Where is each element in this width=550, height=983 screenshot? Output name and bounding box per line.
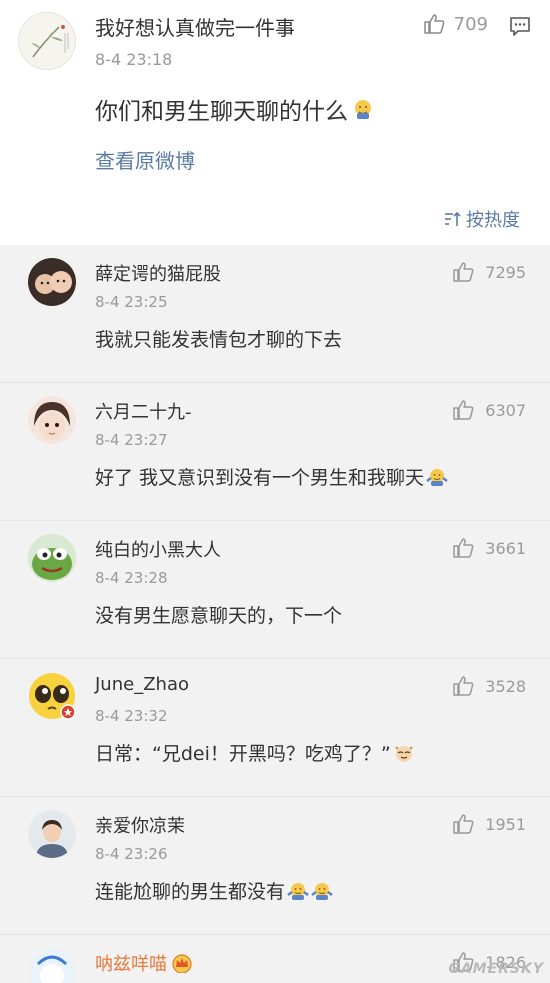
- comment-content: 日常：“兄dei！开黑吗？吃鸡了？”: [95, 739, 415, 766]
- cartoon-avatar-icon: [29, 949, 75, 983]
- thumbs-up-icon: [453, 814, 474, 834]
- crying-emoji-avatar-icon: [29, 673, 76, 720]
- comment-text: 没有男生愿意聊天的，下一个: [95, 605, 343, 627]
- comment-author-name[interactable]: 纯白的小黑大人: [95, 536, 221, 562]
- comment-avatar[interactable]: [28, 534, 76, 582]
- comment-like-button[interactable]: 1951: [451, 812, 526, 836]
- emoji-shrug-icon: [287, 882, 309, 900]
- emoji-sweat-icon: [355, 100, 371, 119]
- comment-timestamp: 8-4 23:28: [95, 569, 168, 587]
- comment-author-name[interactable]: 呐兹咩喵: [95, 950, 193, 976]
- post-author-name[interactable]: 我好想认真做完一件事: [95, 12, 295, 41]
- emoji-shrug-icon: [426, 468, 448, 486]
- comment-like-button[interactable]: 3661: [451, 536, 526, 560]
- comment-item: 薛定谔的猫屁股 8-4 23:25 7295 我就只能发表情包才聊的下去: [0, 245, 550, 383]
- sort-label: 按热度: [466, 210, 520, 231]
- comment-author-name[interactable]: June_Zhao: [95, 674, 189, 695]
- crown-badge-icon: [172, 954, 192, 973]
- comment-author-name[interactable]: 薛定谔的猫屁股: [95, 260, 221, 286]
- thumbs-up-icon: [453, 538, 474, 558]
- comment-like-button[interactable]: 6307: [451, 398, 526, 422]
- comment-content: 连能尬聊的男生都没有: [95, 877, 333, 904]
- comment-text: 日常：“兄dei！开黑吗？吃鸡了？”: [95, 743, 391, 765]
- comment-timestamp: 8-4 23:27: [95, 431, 168, 449]
- comment-like-count: 6307: [485, 400, 526, 420]
- comment-timestamp: 8-4 23:26: [95, 845, 168, 863]
- sort-icon: [445, 211, 461, 226]
- comment-avatar[interactable]: [28, 258, 76, 306]
- emoji-cat-icon: [395, 745, 413, 762]
- post-content: 你们和男生聊天聊的什么: [95, 92, 374, 126]
- comment-item: 六月二十九- 8-4 23:27 6307 好了 我又意识到没有一个男生和我聊天: [0, 383, 550, 521]
- comment-list: 薛定谔的猫屁股 8-4 23:25 7295 我就只能发表情包才聊的下去 六月二…: [0, 245, 550, 983]
- comment-author-name-text: 呐兹咩喵: [95, 954, 167, 975]
- comment-icon[interactable]: [508, 14, 532, 38]
- ink-plant-avatar-icon: [19, 13, 75, 69]
- sort-by-hot-button[interactable]: 按热度: [444, 206, 520, 232]
- comment-timestamp: 8-4 23:32: [95, 707, 168, 725]
- site-watermark: GAMERSKY: [448, 961, 544, 977]
- thumbs-up-icon: [453, 400, 474, 420]
- girl-photo-avatar-icon: [28, 396, 76, 444]
- comment-like-count: 1951: [485, 814, 526, 834]
- comment-like-count: 3528: [485, 676, 526, 696]
- post-like-count: 709: [453, 13, 488, 35]
- comment-like-count: 3661: [485, 538, 526, 558]
- post-text: 你们和男生聊天聊的什么: [95, 99, 348, 125]
- thumbs-up-icon: [453, 676, 474, 696]
- post-like-button[interactable]: 709: [422, 12, 488, 36]
- emoji-shrug-icon: [311, 882, 333, 900]
- comment-author-name[interactable]: 六月二十九-: [95, 398, 192, 424]
- babies-photo-avatar-icon: [28, 258, 76, 306]
- thumbs-up-icon: [423, 14, 444, 34]
- comment-like-button[interactable]: 7295: [451, 260, 526, 284]
- comment-text: 好了 我又意识到没有一个男生和我聊天: [95, 467, 425, 489]
- comment-like-count: 7295: [485, 262, 526, 282]
- post-timestamp: 8-4 23:18: [95, 50, 173, 69]
- comment-timestamp: 8-4 23:25: [95, 293, 168, 311]
- comment-item: 亲爱你凉茉 8-4 23:26 1951 连能尬聊的男生都没有: [0, 797, 550, 935]
- comment-text: 我就只能发表情包才聊的下去: [95, 329, 343, 351]
- comment-text: 连能尬聊的男生都没有: [95, 881, 286, 903]
- view-original-link[interactable]: 查看原微博: [95, 145, 195, 174]
- comment-author-name[interactable]: 亲爱你凉茉: [95, 812, 185, 838]
- comment-item: June_Zhao 8-4 23:32 3528 日常：“兄dei！开黑吗？吃鸡…: [0, 659, 550, 797]
- frog-avatar-icon: [28, 534, 76, 582]
- post-author-avatar[interactable]: [18, 12, 76, 70]
- comment-item: 纯白的小黑大人 8-4 23:28 3661 没有男生愿意聊天的，下一个: [0, 521, 550, 659]
- man-photo-avatar-icon: [28, 810, 76, 858]
- thumbs-up-icon: [453, 262, 474, 282]
- comment-content: 好了 我又意识到没有一个男生和我聊天: [95, 463, 448, 490]
- original-post: 我好想认真做完一件事 8-4 23:18 709 你们和男生聊天聊的什么 查看原…: [0, 0, 550, 245]
- comment-avatar[interactable]: [28, 948, 76, 983]
- comment-avatar[interactable]: [28, 810, 76, 858]
- comment-avatar[interactable]: [28, 396, 76, 444]
- comment-like-button[interactable]: 3528: [451, 674, 526, 698]
- comment-avatar[interactable]: [28, 672, 76, 720]
